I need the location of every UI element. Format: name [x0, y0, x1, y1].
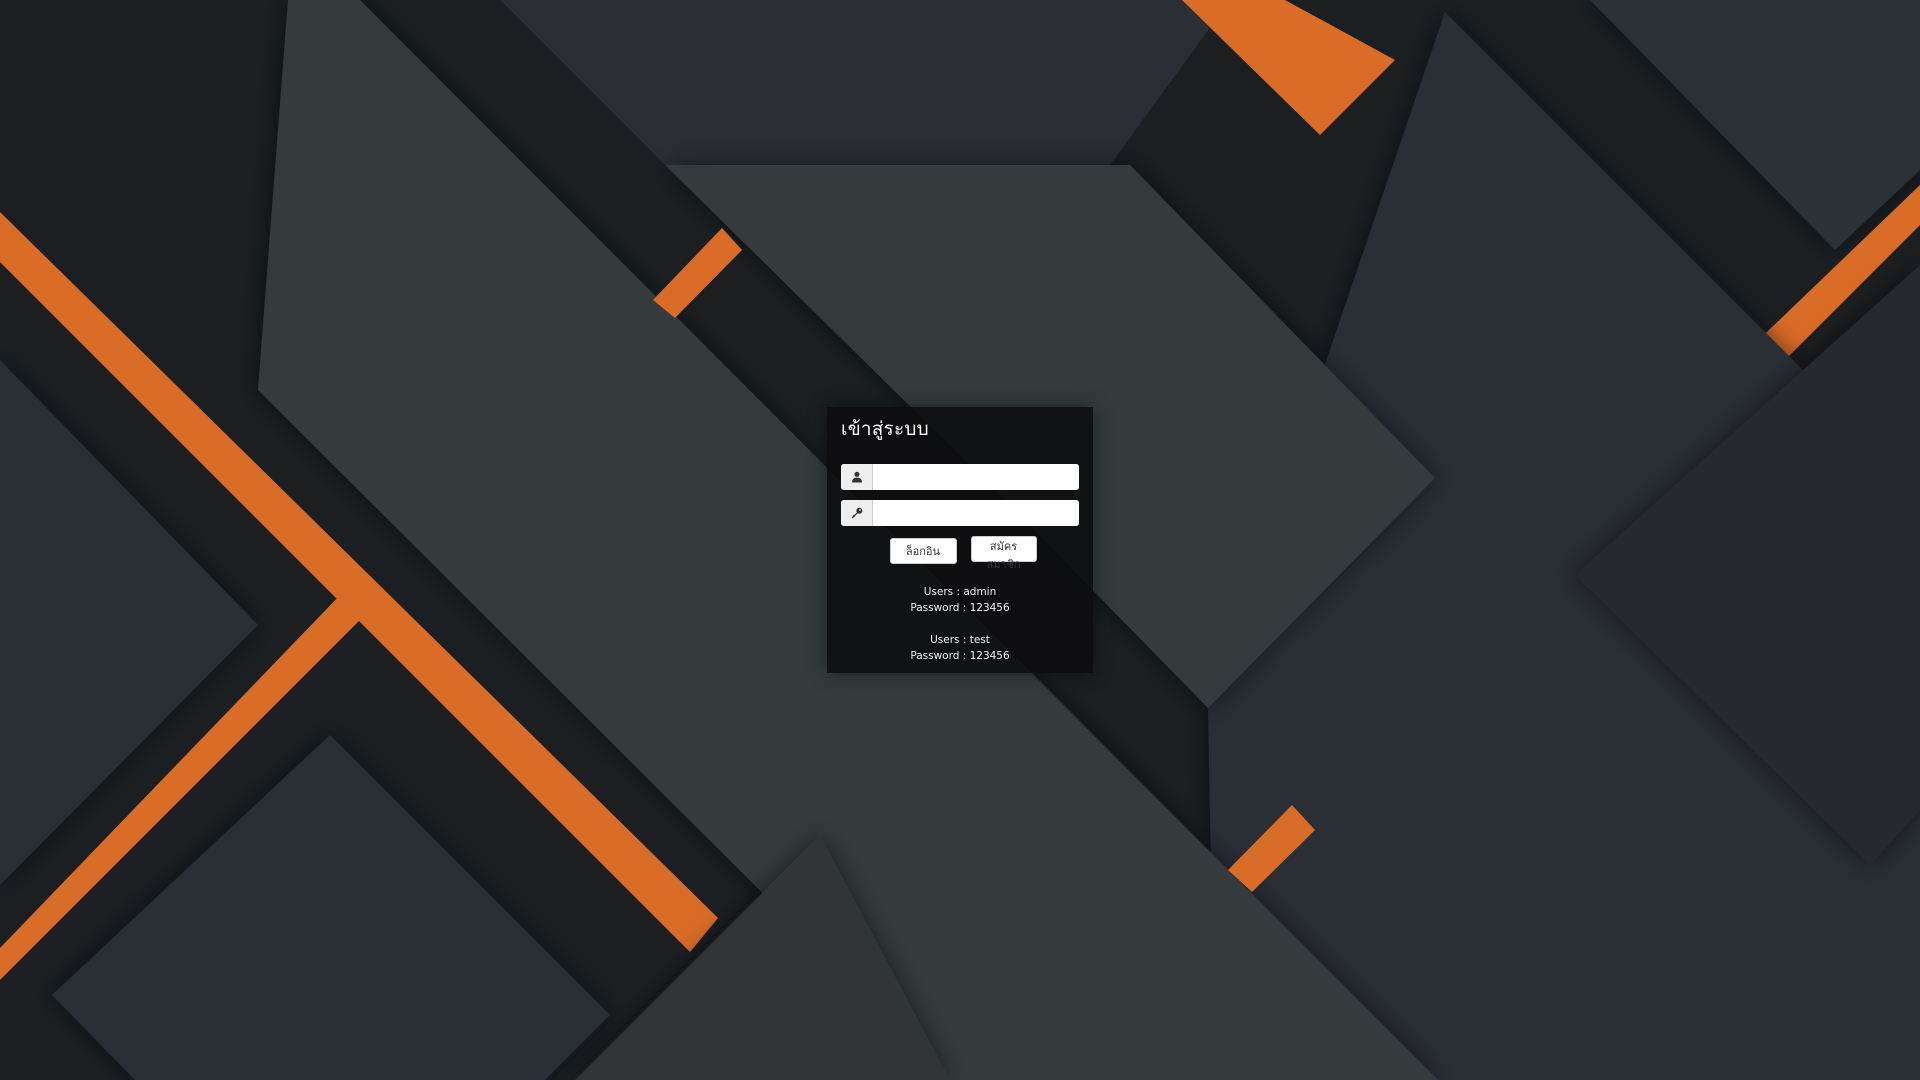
password-group — [841, 500, 1079, 526]
demo-password-line: Password : 123456 — [910, 602, 1010, 614]
login-panel: เข้าสู่ระบบ ล็อกอิน สมัครสมาชิก Users : … — [827, 407, 1093, 673]
button-row: ล็อกอิน สมัครสมาชิก — [841, 536, 1079, 571]
demo-user-line: Users : admin — [923, 586, 997, 598]
demo-accounts: Users : admin Password : 123456 Users : … — [841, 584, 1079, 664]
demo-account-test: Users : test Password : 123456 — [841, 632, 1079, 664]
demo-password-line: Password : 123456 — [910, 650, 1010, 662]
demo-account-admin: Users : admin Password : 123456 — [841, 584, 1079, 616]
login-button[interactable]: ล็อกอิน — [889, 538, 957, 564]
user-icon — [841, 464, 873, 490]
key-icon — [841, 500, 873, 526]
demo-user-line: Users : test — [930, 634, 990, 646]
register-button[interactable]: สมัครสมาชิก — [970, 536, 1037, 571]
password-input[interactable] — [873, 500, 1079, 526]
username-group — [841, 464, 1079, 490]
username-input[interactable] — [873, 464, 1079, 490]
login-title: เข้าสู่ระบบ — [841, 418, 929, 440]
